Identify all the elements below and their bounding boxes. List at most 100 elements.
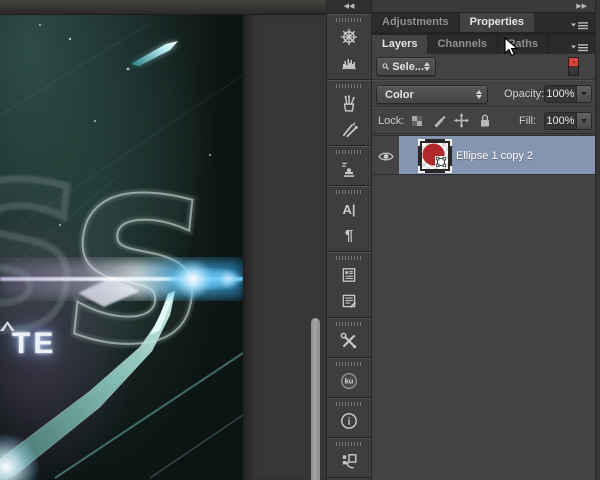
group-drag-handle[interactable]: [336, 84, 362, 88]
group-drag-handle[interactable]: [336, 362, 362, 366]
layer-comps-icon: [340, 452, 358, 470]
filter-toggle-red-cap: [569, 58, 578, 67]
tools-extension-panel-button[interactable]: [327, 328, 371, 354]
selection-bracket: [445, 166, 452, 173]
lock-position-button[interactable]: [454, 113, 469, 128]
fill-value[interactable]: 100%: [545, 113, 576, 129]
collapse-panels-button[interactable]: ▶▶: [372, 0, 595, 13]
opacity-label: Opacity:: [504, 88, 544, 100]
paragraph-styles-panel-button[interactable]: [327, 288, 371, 314]
panel-group-8: i: [327, 398, 371, 438]
layer-filter-row: Sele...: [372, 54, 595, 80]
lens-flare: [0, 259, 243, 299]
panel-group-3: [327, 146, 371, 186]
layer-visibility-toggle[interactable]: [372, 136, 399, 176]
paragraph-panel-button[interactable]: ¶: [327, 222, 371, 248]
down-arrow-icon: [581, 119, 587, 123]
group-drag-handle[interactable]: [336, 256, 362, 260]
layer-thumbnail[interactable]: [418, 139, 452, 173]
brush-cup-icon: [340, 94, 358, 112]
lock-pixels-button[interactable]: [432, 114, 446, 128]
fill-dropdown-button[interactable]: [576, 113, 591, 129]
histogram-panel-button[interactable]: [327, 50, 371, 76]
tab-channels[interactable]: Channels: [427, 35, 498, 54]
navigator-panel-button[interactable]: [327, 24, 371, 50]
group-drag-handle[interactable]: [336, 150, 362, 154]
dock-edge: [595, 0, 600, 480]
layers-panel: Sele... Color Opacity: 100%: [372, 54, 595, 480]
blend-mode-value: Color: [385, 89, 414, 101]
brush-panel-button[interactable]: [327, 116, 371, 142]
tab-layers[interactable]: Layers: [372, 35, 427, 54]
tab-paths[interactable]: Paths: [498, 35, 549, 54]
blend-mode-dropdown[interactable]: Color: [376, 85, 488, 104]
filter-kind-dropdown[interactable]: Sele...: [376, 57, 436, 76]
layer-filter-toggle[interactable]: [568, 57, 579, 76]
clone-source-icon: [340, 160, 358, 178]
tab-properties[interactable]: Properties: [460, 13, 534, 32]
up-down-arrows-icon: [424, 62, 430, 71]
padlock-icon: [481, 115, 489, 126]
character-styles-panel-button[interactable]: [327, 262, 371, 288]
panel-menu-icon: [571, 21, 589, 31]
document-window-bar: [0, 0, 326, 15]
double-left-arrow-icon: ◀◀: [344, 3, 355, 10]
properties-panel-menu-button[interactable]: [571, 18, 589, 36]
kuler-panel-button[interactable]: ku: [327, 368, 371, 394]
layer-name[interactable]: Ellipse 1 copy 2: [456, 136, 533, 176]
group-drag-handle[interactable]: [336, 402, 362, 406]
panel-group-5: [327, 252, 371, 318]
ship-wheel-icon: [340, 28, 358, 46]
brush-icon: [435, 117, 446, 128]
opacity-value[interactable]: 100%: [545, 86, 576, 102]
lock-row: Lock:: [372, 107, 595, 134]
panel-group-1: [327, 14, 371, 80]
info-icon: i: [340, 412, 358, 430]
brushes-icon: [340, 120, 358, 138]
panel-dock: ▶▶ Adjustments Properties Layers Channel…: [372, 0, 600, 480]
opacity-dropdown-button[interactable]: [576, 86, 591, 102]
kuler-icon: ku: [340, 372, 358, 390]
panel-group-6: [327, 318, 371, 358]
layer-comps-panel-button[interactable]: [327, 448, 371, 474]
paragraph-styles-icon: [340, 292, 358, 310]
layer-row[interactable]: Ellipse 1 copy 2: [372, 135, 595, 175]
character-panel-button[interactable]: A|: [327, 196, 371, 222]
layers-tab-bar: Layers Channels Paths: [372, 35, 595, 54]
fill-control[interactable]: 100%: [544, 112, 592, 130]
group-drag-handle[interactable]: [336, 322, 362, 326]
panel-icon-strip: ◀◀: [326, 0, 372, 480]
info-panel-button[interactable]: i: [327, 408, 371, 434]
properties-tab-bar: Adjustments Properties: [372, 13, 595, 35]
panel-group-2: [327, 80, 371, 146]
canvas-vertical-scrollbar[interactable]: [311, 318, 320, 480]
move-arrows-icon: [454, 113, 469, 128]
tool-presets-panel-button[interactable]: [327, 90, 371, 116]
histogram-icon: [340, 55, 358, 71]
character-icon: A|: [342, 203, 355, 216]
lock-transparency-button[interactable]: [410, 114, 424, 128]
photoshop-window: S S S S: [0, 0, 600, 480]
expand-panels-button[interactable]: ◀◀: [327, 0, 371, 14]
panel-menu-icon: [571, 43, 589, 53]
group-drag-handle[interactable]: [336, 18, 362, 22]
tab-adjustments[interactable]: Adjustments: [372, 13, 460, 32]
group-drag-handle[interactable]: [336, 190, 362, 194]
filter-kind-value: Sele...: [392, 61, 424, 73]
panel-group-7: ku: [327, 358, 371, 398]
lock-label: Lock:: [378, 115, 404, 127]
panel-group-4: A| ¶: [327, 186, 371, 252]
info-glyph: i: [348, 417, 351, 428]
lock-all-button[interactable]: [478, 113, 492, 128]
double-right-arrow-icon: ▶▶: [576, 3, 587, 10]
artwork: S S S S: [0, 15, 243, 480]
character-styles-icon: [340, 266, 358, 284]
search-icon: [382, 61, 389, 72]
document-canvas[interactable]: S S S S: [0, 15, 243, 480]
opacity-control[interactable]: 100%: [544, 85, 592, 103]
clone-source-panel-button[interactable]: [327, 156, 371, 182]
canvas-overlay-text: TE: [12, 327, 56, 361]
group-drag-handle[interactable]: [336, 442, 362, 446]
wrench-screwdriver-icon: [340, 332, 358, 350]
checkerboard-icon: [412, 116, 422, 126]
